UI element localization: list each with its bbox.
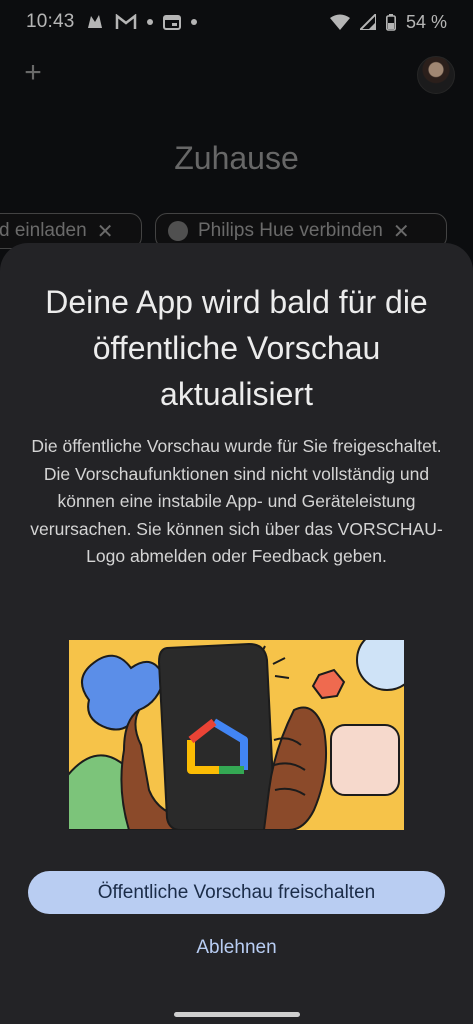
enable-preview-button[interactable]: Öffentliche Vorschau freischalten bbox=[28, 871, 445, 914]
dialog-title: Deine App wird bald für die öffentliche … bbox=[45, 284, 428, 412]
preview-illustration bbox=[69, 640, 404, 830]
dialog-body: Die öffentliche Vorschau wurde für Sie f… bbox=[30, 436, 443, 566]
home-indicator[interactable] bbox=[174, 1012, 300, 1017]
decline-button[interactable]: Ablehnen bbox=[150, 931, 323, 965]
preview-dialog-sheet: Deine App wird bald für die öffentliche … bbox=[0, 243, 473, 1024]
screen: 10:43 54 % + Zuhause d einladen ✕ Philip… bbox=[0, 0, 473, 1024]
